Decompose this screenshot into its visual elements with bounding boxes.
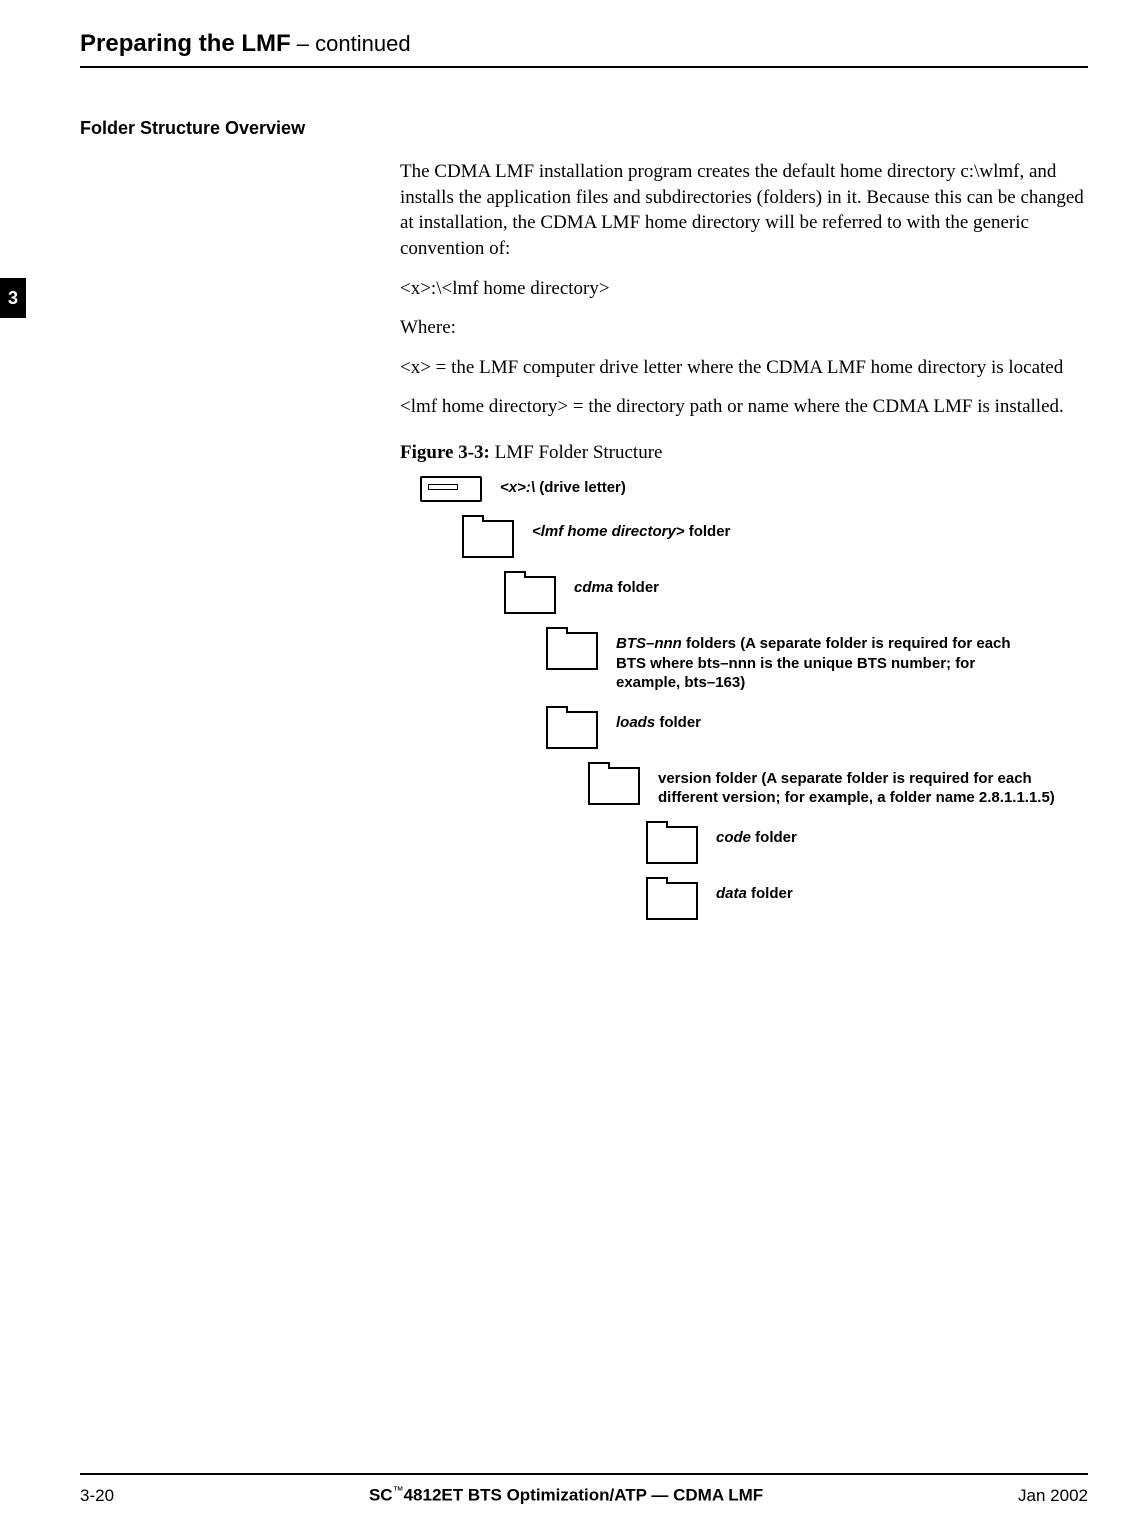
chapter-tab: 3	[0, 278, 26, 318]
lmf-home-rest: folder	[685, 523, 731, 540]
folder-icon	[646, 882, 698, 920]
folder-icon	[588, 767, 640, 805]
data-italic: data	[716, 885, 747, 902]
section-title: Folder Structure Overview	[80, 118, 1088, 139]
data-row: data folder	[646, 882, 1088, 920]
loads-italic: loads	[616, 714, 655, 731]
bts-row: BTS–nnn folders (A separate folder is re…	[546, 632, 1088, 693]
bts-italic: BTS–nnn	[616, 635, 682, 652]
loads-rest: folder	[655, 714, 701, 731]
figure-caption: Figure 3-3: LMF Folder Structure	[400, 442, 1088, 464]
body-text: The CDMA LMF installation program create…	[400, 159, 1088, 420]
header-title-text: Preparing the LMF	[80, 30, 291, 57]
data-rest: folder	[747, 885, 793, 902]
folder-structure-diagram: <x>:\ (drive letter) <lmf home directory…	[420, 476, 1088, 920]
header-continued: – continued	[291, 31, 411, 56]
lmf-home-row: <lmf home directory> folder	[462, 520, 1088, 558]
footer-center-prefix: SC	[369, 1486, 393, 1505]
figure-caption-bold: Figure 3-3:	[400, 442, 490, 463]
folder-icon	[504, 576, 556, 614]
folder-icon	[546, 711, 598, 749]
drive-label-rest: (drive letter)	[539, 479, 626, 496]
paragraph-2: <x>:\<lmf home directory>	[400, 276, 1088, 302]
cdma-row: cdma folder	[504, 576, 1088, 614]
version-row: version folder (A separate folder is req…	[588, 767, 1088, 808]
version-rest: version folder (A separate folder is req…	[658, 770, 1055, 807]
folder-icon	[462, 520, 514, 558]
version-label: version folder (A separate folder is req…	[658, 767, 1078, 808]
loads-label: loads folder	[616, 711, 701, 733]
code-label: code folder	[716, 826, 797, 848]
drive-row: <x>:\ (drive letter)	[420, 476, 1088, 502]
footer-center: SC™4812ET BTS Optimization/ATP — CDMA LM…	[114, 1485, 1018, 1506]
drive-icon	[420, 476, 482, 502]
code-row: code folder	[646, 826, 1088, 864]
paragraph-5: <lmf home directory> = the directory pat…	[400, 394, 1088, 420]
drive-label: <x>:\ (drive letter)	[500, 476, 626, 498]
lmf-home-italic: <lmf home directory>	[532, 523, 685, 540]
paragraph-1: The CDMA LMF installation program create…	[400, 159, 1088, 262]
paragraph-3: Where:	[400, 315, 1088, 341]
footer-center-suffix: 4812ET BTS Optimization/ATP — CDMA LMF	[404, 1486, 764, 1505]
cdma-rest: folder	[613, 579, 659, 596]
figure-caption-rest: LMF Folder Structure	[490, 442, 663, 463]
loads-row: loads folder	[546, 711, 1088, 749]
lmf-home-label: <lmf home directory> folder	[532, 520, 730, 542]
page-header: Preparing the LMF – continued	[80, 30, 1088, 68]
cdma-label: cdma folder	[574, 576, 659, 598]
data-label: data folder	[716, 882, 793, 904]
paragraph-4: <x> = the LMF computer drive letter wher…	[400, 355, 1088, 381]
folder-icon	[546, 632, 598, 670]
page-footer: 3-20 SC™4812ET BTS Optimization/ATP — CD…	[80, 1473, 1088, 1506]
bts-label: BTS–nnn folders (A separate folder is re…	[616, 632, 1036, 693]
footer-page-number: 3-20	[80, 1486, 114, 1506]
code-italic: code	[716, 829, 751, 846]
drive-label-italic: <x>:\	[500, 479, 539, 496]
cdma-italic: cdma	[574, 579, 613, 596]
footer-date: Jan 2002	[1018, 1486, 1088, 1506]
code-rest: folder	[751, 829, 797, 846]
folder-icon	[646, 826, 698, 864]
trademark-icon: ™	[393, 1485, 404, 1497]
